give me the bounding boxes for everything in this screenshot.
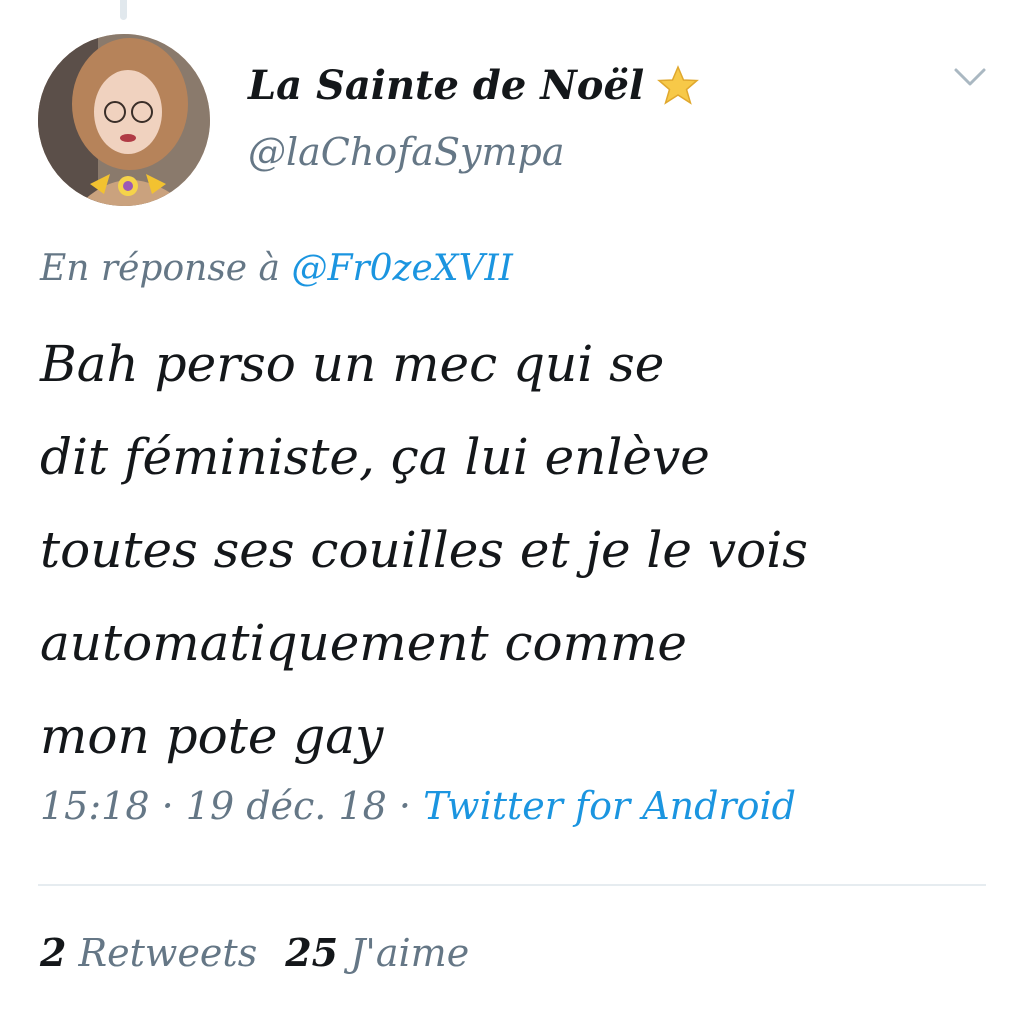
- retweets-stat[interactable]: 2 Retweets: [40, 930, 257, 975]
- divider: [38, 884, 986, 886]
- tweet-text-line: dit féministe, ça lui enlève: [40, 428, 710, 486]
- meta-separator: ·: [386, 784, 424, 828]
- author-name-row[interactable]: La Sainte de Noël: [248, 62, 700, 109]
- thread-connector-line: [120, 0, 127, 20]
- likes-stat[interactable]: 25 J'aime: [285, 930, 469, 975]
- tweet-source-link[interactable]: Twitter for Android: [423, 784, 796, 828]
- tweet-text-line: automatiquement comme: [40, 614, 688, 672]
- reply-prefix: En réponse à: [40, 248, 292, 289]
- user-handle[interactable]: @laChofaSympa: [248, 130, 564, 174]
- chevron-down-icon[interactable]: [950, 62, 990, 92]
- tweet-text-line: toutes ses couilles et je le vois: [40, 521, 808, 579]
- avatar[interactable]: [38, 34, 210, 206]
- retweets-count: 2: [40, 930, 67, 975]
- tweet-text-line: mon pote gay: [40, 707, 384, 765]
- tweet-date[interactable]: 19 déc. 18: [186, 784, 387, 828]
- tweet-stats: 2 Retweets 25 J'aime: [40, 930, 469, 975]
- tweet-text-line: Bah perso un mec qui se: [40, 335, 665, 393]
- likes-count: 25: [285, 930, 339, 975]
- reply-context: En réponse à @Fr0zeXVII: [40, 248, 513, 289]
- display-name[interactable]: La Sainte de Noël: [248, 62, 644, 109]
- tweet-metadata: 15:18 · 19 déc. 18 · Twitter for Android: [40, 784, 796, 828]
- reply-mention-link[interactable]: @Fr0zeXVII: [291, 248, 512, 289]
- tweet-text: Bah perso un mec qui se dit féministe, ç…: [40, 318, 1000, 783]
- tweet-time[interactable]: 15:18: [40, 784, 150, 828]
- retweets-label: Retweets: [78, 931, 258, 975]
- star-icon: [657, 64, 700, 105]
- likes-label: J'aime: [350, 931, 470, 975]
- avatar-image: [38, 34, 210, 206]
- meta-separator: ·: [149, 784, 186, 828]
